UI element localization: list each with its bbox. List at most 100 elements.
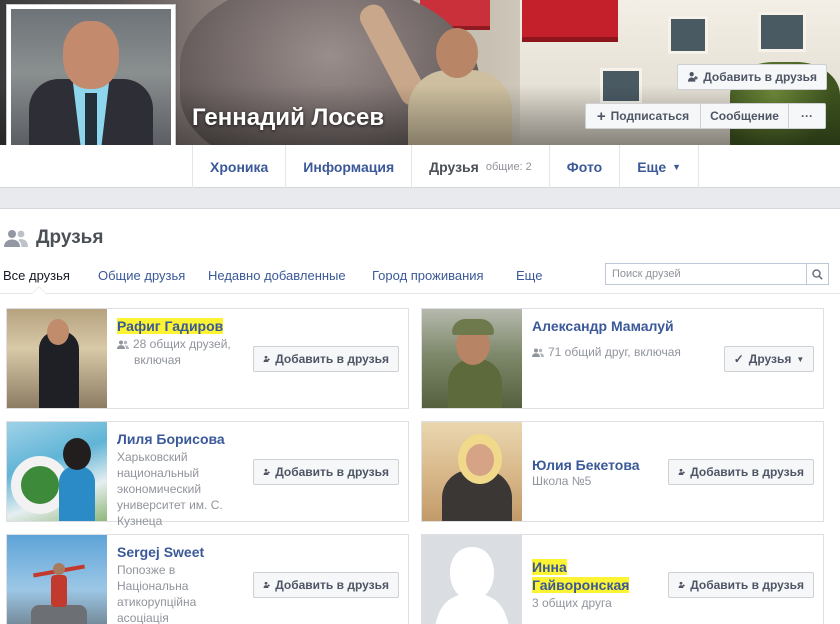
- cover-window: [668, 16, 708, 54]
- mutual-friends-icon: [117, 340, 129, 349]
- friend-photo[interactable]: [422, 422, 522, 521]
- friend-name[interactable]: Sergej Sweet: [117, 543, 204, 561]
- add-friend-button[interactable]: Добавить в друзья: [668, 572, 814, 598]
- search-button[interactable]: [806, 264, 828, 284]
- photo-figure: [59, 466, 95, 521]
- filter-recently-added[interactable]: Недавно добавленные: [208, 268, 346, 283]
- search-icon: [812, 268, 823, 280]
- friends-icon: [4, 230, 28, 247]
- mutual-friends-text[interactable]: 71 общий друг, включая: [548, 345, 681, 359]
- friend-name[interactable]: Лиля Борисова: [117, 430, 225, 448]
- add-friend-button[interactable]: Добавить в друзья: [677, 64, 827, 90]
- add-friend-icon: [678, 581, 685, 588]
- photo-figure-cap: [452, 319, 494, 335]
- subscribe-button[interactable]: + Подписаться: [585, 103, 701, 129]
- photo-figure: [51, 575, 67, 607]
- friends-status-button[interactable]: ✓ Друзья ▼: [724, 346, 814, 372]
- tab-label: Хроника: [210, 158, 269, 175]
- add-friend-button[interactable]: Добавить в друзья: [253, 572, 399, 598]
- meta-text: экономический: [117, 482, 202, 496]
- add-friend-icon: [687, 72, 698, 82]
- tab-photos[interactable]: Фото: [548, 145, 619, 188]
- friend-photo[interactable]: [422, 535, 522, 624]
- photo-figure-head: [63, 438, 91, 470]
- meta-text: Школа №5: [532, 474, 592, 488]
- tab-label: Друзья: [429, 158, 479, 175]
- photo-figure: [448, 359, 502, 408]
- tab-info[interactable]: Информация: [285, 145, 411, 188]
- meta-text: национальный: [117, 466, 200, 480]
- friend-photo[interactable]: [7, 535, 107, 624]
- profile-name[interactable]: Геннадий Лосев: [192, 104, 384, 132]
- add-friend-label: Добавить в друзья: [275, 352, 389, 366]
- friend-name[interactable]: Рафиг Гадиров: [117, 317, 224, 335]
- friend-search-input[interactable]: [606, 264, 806, 284]
- plus-icon: +: [596, 107, 606, 125]
- friend-card: Александр Мамалуй 71 общий друг, включая…: [421, 308, 824, 409]
- default-avatar-icon: [435, 547, 509, 624]
- friend-name[interactable]: Юлия Бекетова: [532, 456, 640, 474]
- meta-text: включая: [134, 353, 181, 367]
- add-friend-icon: [263, 468, 270, 475]
- friend-search-box: [605, 263, 829, 285]
- message-label: Сообщение: [710, 109, 779, 123]
- tab-label: Еще: [637, 158, 667, 175]
- cover-window: [758, 12, 806, 52]
- add-friend-label: Добавить в друзья: [275, 465, 389, 479]
- meta-text: Попозже в: [117, 563, 176, 577]
- add-friend-label: Добавить в друзья: [690, 578, 804, 592]
- photo-figure-head: [47, 319, 69, 345]
- friend-card: Инна Гайворонская 3 общих друга Добавить…: [421, 534, 824, 624]
- filter-more[interactable]: Еще: [516, 268, 542, 283]
- profile-tab-bar: Хроника Информация Друзья общие: 2 Фото Е…: [0, 145, 840, 188]
- photo-rock: [31, 605, 87, 624]
- tab-friends[interactable]: Друзья общие: 2: [411, 145, 549, 188]
- meta-text: 3 общих друга: [532, 596, 612, 610]
- meta-text: Національна: [117, 579, 189, 593]
- mutual-count: общие: 2: [485, 160, 532, 173]
- cover-awning: [522, 0, 618, 42]
- mutual-friends-text[interactable]: 28 общих друзей,: [133, 337, 231, 351]
- check-icon: ✓: [733, 352, 744, 366]
- add-friend-label: Добавить в друзья: [690, 465, 804, 479]
- add-friend-label: Добавить в друзья: [275, 578, 389, 592]
- friend-card: Лиля Борисова Харьковский национальный э…: [6, 421, 409, 528]
- more-icon: ···: [801, 109, 813, 123]
- friend-card: Юлия Бекетова Школа №5 Добавить в друзья: [421, 421, 824, 522]
- friends-title: Друзья: [36, 227, 104, 248]
- mutual-friends-icon: [532, 348, 544, 357]
- add-friend-button[interactable]: Добавить в друзья: [253, 346, 399, 372]
- tab-more[interactable]: Еще ▼: [619, 145, 700, 188]
- meta-text: Кузнеца: [117, 514, 163, 528]
- meta-text: Харьковский: [117, 450, 188, 464]
- friend-name[interactable]: Александр Мамалуй: [532, 317, 674, 335]
- chevron-down-icon: ▼: [796, 354, 805, 364]
- message-button[interactable]: Сообщение: [700, 103, 789, 129]
- meta-text: университет им. С.: [117, 498, 223, 512]
- filter-mutual-friends[interactable]: Общие друзья: [98, 268, 185, 283]
- active-filter-indicator: [31, 286, 47, 294]
- more-button[interactable]: ···: [788, 103, 826, 129]
- add-friend-icon: [263, 581, 270, 588]
- friend-card: Рафиг Гадиров 28 общих друзей, включая Д…: [6, 308, 409, 409]
- photo-figure-head: [53, 563, 65, 575]
- friend-name[interactable]: Инна Гайворонская: [532, 558, 630, 594]
- friend-photo[interactable]: [422, 309, 522, 408]
- friend-photo[interactable]: [7, 422, 107, 521]
- friend-meta: Харьковский национальный экономический у…: [117, 449, 242, 529]
- add-friend-icon: [678, 468, 685, 475]
- meta-text: атикорупційна: [117, 595, 197, 609]
- tab-timeline[interactable]: Хроника: [192, 145, 285, 188]
- add-friend-button[interactable]: Добавить в друзья: [253, 459, 399, 485]
- friend-name-text: Инна: [532, 559, 567, 575]
- profile-page: Геннадий Лосев Добавить в друзья + Подпи…: [0, 0, 840, 624]
- add-friend-button[interactable]: Добавить в друзья: [668, 459, 814, 485]
- filter-current-city[interactable]: Город проживания: [372, 268, 484, 283]
- cover-actions: + Подписаться Сообщение ···: [585, 103, 826, 129]
- friend-photo[interactable]: [7, 309, 107, 408]
- pp-head: [63, 21, 119, 89]
- tab-label: Фото: [566, 158, 603, 175]
- friend-meta: 71 общий друг, включая: [532, 344, 702, 360]
- friend-name-text: Рафиг Гадиров: [117, 318, 224, 334]
- filter-all-friends[interactable]: Все друзья: [3, 268, 70, 283]
